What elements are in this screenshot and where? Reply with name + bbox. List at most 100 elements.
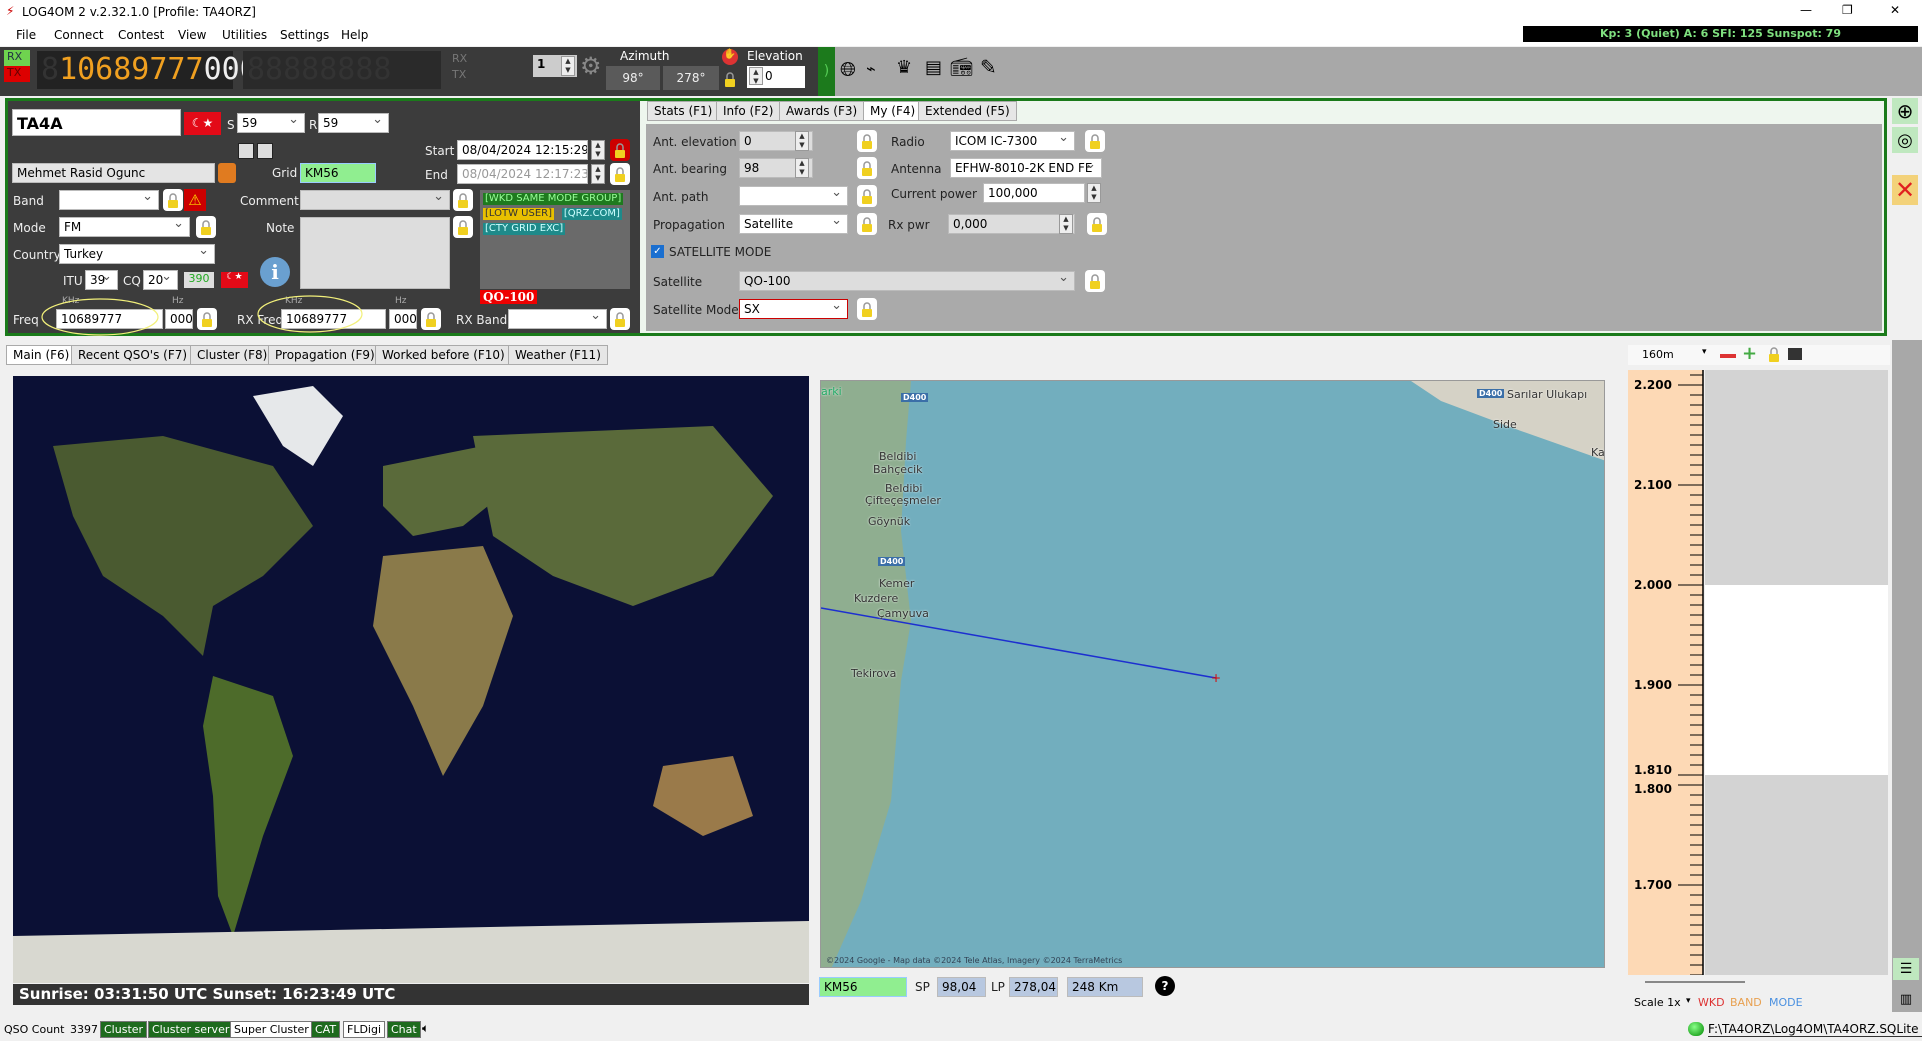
road-shield: D400 bbox=[1477, 389, 1505, 398]
rx-power-lock-icon[interactable] bbox=[1087, 213, 1107, 235]
bandmap-scale[interactable]: 2.200 2.100 2.000 1.900 1.810 1.800 1.700 bbox=[1628, 370, 1890, 975]
propagation-select[interactable]: Satellite bbox=[739, 214, 848, 234]
ant-path-label: Ant. path bbox=[653, 190, 709, 204]
tab-awards[interactable]: Awards (F3) bbox=[779, 101, 865, 121]
ant-bearing-spinner[interactable]: ▲ ▼ bbox=[795, 158, 809, 178]
antenna-select[interactable]: EFHW-8010-2K END FE bbox=[950, 158, 1102, 178]
satellite-label: Satellite bbox=[653, 275, 703, 289]
map-credit: ©2024 Google - Map data ©2024 Tele Atlas… bbox=[826, 956, 1123, 965]
rx-power-spinner[interactable]: ▲ ▼ bbox=[1059, 214, 1073, 234]
bandmap-scrollbar[interactable] bbox=[1645, 981, 1745, 983]
tab-main[interactable]: Main (F6) bbox=[6, 345, 77, 365]
current-power-label: Current power bbox=[891, 187, 977, 201]
radio-lock-icon[interactable] bbox=[1085, 130, 1105, 152]
mode-legend: MODE bbox=[1769, 996, 1803, 1009]
lp-label: LP bbox=[991, 980, 1005, 994]
ant-elevation-spinner[interactable]: ▲ ▼ bbox=[795, 131, 809, 151]
tab-cluster[interactable]: Cluster (F8) bbox=[190, 345, 275, 365]
map-label: Sarılar Ulukapı bbox=[1507, 388, 1588, 401]
status-super-cluster[interactable]: Super Cluster bbox=[230, 1021, 313, 1038]
sunrise-sunset-bar: Sunrise: 03:31:50 UTC Sunset: 16:23:49 U… bbox=[13, 984, 809, 1005]
tick-label: 2.000 bbox=[1634, 578, 1672, 592]
satellite-select[interactable]: QO-100 bbox=[739, 271, 1075, 291]
satellite-mode-select[interactable]: SX bbox=[739, 299, 848, 319]
qso-count: 3397 bbox=[70, 1023, 98, 1036]
folder-search-icon[interactable] bbox=[1788, 348, 1802, 360]
map-label: Göynük bbox=[868, 515, 911, 528]
database-path[interactable]: F:\TA4ORZ\Log4OM\TA4ORZ.SQLite bbox=[1708, 1022, 1922, 1037]
band-legend: BAND bbox=[1730, 996, 1762, 1009]
short-path-bearing: 98,04 bbox=[937, 977, 986, 997]
band-dropdown-icon[interactable]: ▾ bbox=[1702, 347, 1707, 357]
scale-select[interactable]: Scale 1x bbox=[1634, 996, 1681, 1009]
destination-marker: + bbox=[1211, 671, 1221, 685]
qso-count-label: QSO Count bbox=[4, 1023, 65, 1036]
long-path-bearing: 278,04 bbox=[1009, 977, 1058, 997]
tab-weather[interactable]: Weather (F11) bbox=[508, 345, 608, 365]
map-grid-field: KM56 bbox=[819, 977, 907, 997]
list-view-icon[interactable]: ☰ bbox=[1893, 958, 1919, 980]
ant-bearing-label: Ant. bearing bbox=[653, 162, 727, 176]
status-cluster-server[interactable]: Cluster server bbox=[148, 1021, 234, 1038]
bandmap-side-strip bbox=[1892, 340, 1922, 1012]
status-cluster[interactable]: Cluster bbox=[100, 1021, 148, 1038]
map-label: Kuzdere bbox=[854, 592, 899, 605]
map-label: Tekirova bbox=[851, 667, 897, 680]
tab-recent-qsos[interactable]: Recent QSO's (F7) bbox=[71, 345, 195, 365]
tick-label: 1.810 bbox=[1634, 763, 1672, 777]
propagation-lock-icon[interactable] bbox=[857, 213, 877, 235]
clear-icon[interactable]: ✕ bbox=[1892, 175, 1918, 205]
map-label: Bahçecik bbox=[873, 463, 923, 476]
status-chat[interactable]: Chat bbox=[387, 1021, 421, 1038]
ant-path-lock-icon[interactable] bbox=[857, 185, 877, 207]
zoom-in-icon[interactable]: + bbox=[1742, 343, 1757, 364]
globe-lookup-icon[interactable]: ◎ bbox=[1892, 127, 1918, 153]
ant-path-select[interactable] bbox=[739, 186, 848, 206]
road-shield: D400 bbox=[878, 557, 906, 566]
tab-info[interactable]: Info (F2) bbox=[716, 101, 781, 121]
ant-elevation-lock-icon[interactable] bbox=[857, 130, 877, 152]
satellite-lock-icon[interactable] bbox=[1085, 270, 1105, 292]
tick-label: 1.800 bbox=[1634, 782, 1672, 796]
tab-worked-before[interactable]: Worked before (F10) bbox=[375, 345, 512, 365]
tick-label: 1.700 bbox=[1634, 878, 1672, 892]
ant-bearing-lock-icon[interactable] bbox=[857, 157, 877, 179]
current-power-spinner[interactable]: ▲ ▼ bbox=[1087, 183, 1101, 203]
status-cat[interactable]: CAT bbox=[311, 1021, 341, 1038]
map-label: Beldibi bbox=[879, 450, 917, 463]
bandmap-lock-icon[interactable] bbox=[1764, 345, 1784, 363]
road-shield: D400 bbox=[901, 393, 929, 402]
google-map[interactable]: + arki D400 Beldibi Bahçecik Beldibi Çif… bbox=[820, 380, 1605, 968]
current-power-input[interactable]: 100,000 bbox=[983, 183, 1085, 203]
speaker-icon[interactable]: 🔈︎ bbox=[422, 1021, 429, 1036]
tab-propagation[interactable]: Propagation (F9) bbox=[268, 345, 382, 365]
satellite-mode-label: Satellite Mode bbox=[653, 303, 739, 317]
radio-select[interactable]: ICOM IC-7300 bbox=[950, 131, 1075, 151]
radio-label: Radio bbox=[891, 135, 925, 149]
map-label: Çifteçeşmeler bbox=[865, 494, 941, 507]
antenna-label: Antenna bbox=[891, 162, 942, 176]
scale-dropdown-icon[interactable]: ▾ bbox=[1686, 996, 1691, 1006]
tab-stats[interactable]: Stats (F1) bbox=[647, 101, 720, 121]
propagation-label: Propagation bbox=[653, 218, 725, 232]
help-icon[interactable]: ? bbox=[1155, 976, 1175, 996]
tick-label: 1.900 bbox=[1634, 678, 1672, 692]
rx-power-input[interactable]: 0,000 bbox=[948, 214, 1075, 234]
world-map[interactable] bbox=[13, 376, 809, 983]
band-select[interactable]: 160m bbox=[1642, 348, 1674, 361]
tab-extended[interactable]: Extended (F5) bbox=[918, 101, 1017, 121]
tab-my[interactable]: My (F4) bbox=[863, 101, 923, 121]
map-label: Ka bbox=[1591, 446, 1605, 459]
bandmap-toolbar: 160m ▾ + bbox=[1628, 343, 1890, 365]
zoom-out-icon[interactable] bbox=[1720, 354, 1736, 358]
coastline: + bbox=[821, 381, 1604, 967]
map-label: Side bbox=[1493, 418, 1517, 431]
satellite-mode-lock-icon[interactable] bbox=[857, 298, 877, 320]
tick-label: 2.100 bbox=[1634, 478, 1672, 492]
satellite-mode-checkbox[interactable]: ✓ bbox=[651, 245, 664, 258]
status-fldigi[interactable]: FLDigi bbox=[343, 1021, 386, 1038]
tick-label: 2.200 bbox=[1634, 378, 1672, 392]
satellite-mode-check-label: SATELLITE MODE bbox=[669, 245, 772, 259]
chart-view-icon[interactable]: ▥ bbox=[1893, 988, 1919, 1010]
add-qso-icon[interactable]: ⊕ bbox=[1892, 98, 1918, 124]
